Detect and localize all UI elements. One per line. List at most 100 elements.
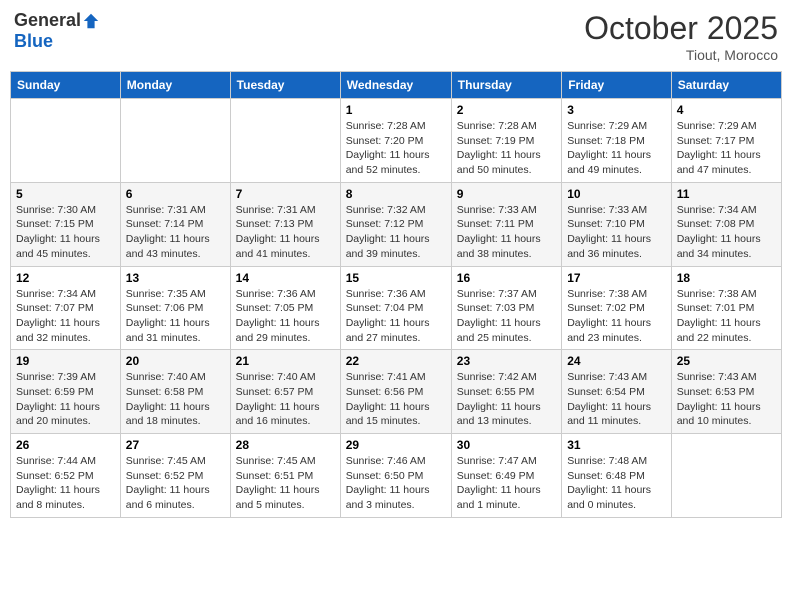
day-info: Sunrise: 7:37 AM Sunset: 7:03 PM Dayligh… [457,287,556,346]
day-number: 9 [457,187,556,201]
calendar-cell: 23 Sunrise: 7:42 AM Sunset: 6:55 PM Dayli… [451,350,561,434]
calendar-cell: 10 Sunrise: 7:33 AM Sunset: 7:10 PM Dayli… [562,182,672,266]
weekday-header: Thursday [451,72,561,99]
day-number: 24 [567,354,666,368]
day-number: 28 [236,438,335,452]
day-number: 29 [346,438,446,452]
calendar-cell: 7 Sunrise: 7:31 AM Sunset: 7:13 PM Daylig… [230,182,340,266]
day-info: Sunrise: 7:36 AM Sunset: 7:05 PM Dayligh… [236,287,335,346]
day-number: 3 [567,103,666,117]
day-number: 12 [16,271,115,285]
day-info: Sunrise: 7:39 AM Sunset: 6:59 PM Dayligh… [16,370,115,429]
calendar-cell: 17Sunrise: 7:38 AM Sunset: 7:02 PM Dayli… [562,266,672,350]
day-info: Sunrise: 7:29 AM Sunset: 7:17 PM Dayligh… [677,119,776,178]
day-number: 17 [567,271,666,285]
calendar-cell: 31 Sunrise: 7:48 AM Sunset: 6:48 PM Dayli… [562,434,672,518]
day-info: Sunrise: 7:43 AM Sunset: 6:54 PM Dayligh… [567,370,666,429]
calendar-cell: 25 Sunrise: 7:43 AM Sunset: 6:53 PM Dayli… [671,350,781,434]
day-info: Sunrise: 7:33 AM Sunset: 7:10 PM Dayligh… [567,203,666,262]
day-info: Sunrise: 7:42 AM Sunset: 6:55 PM Dayligh… [457,370,556,429]
day-number: 10 [567,187,666,201]
day-info: Sunrise: 7:34 AM Sunset: 7:08 PM Dayligh… [677,203,776,262]
calendar-cell: 18 Sunrise: 7:38 AM Sunset: 7:01 PM Dayli… [671,266,781,350]
day-number: 19 [16,354,115,368]
day-number: 25 [677,354,776,368]
day-number: 16 [457,271,556,285]
day-number: 21 [236,354,335,368]
day-info: Sunrise: 7:31 AM Sunset: 7:14 PM Dayligh… [126,203,225,262]
calendar-cell: 1 Sunrise: 7:28 AM Sunset: 7:20 PM Daylig… [340,99,451,183]
calendar-week-row: 26Sunrise: 7:44 AM Sunset: 6:52 PM Dayli… [11,434,782,518]
day-info: Sunrise: 7:43 AM Sunset: 6:53 PM Dayligh… [677,370,776,429]
day-info: Sunrise: 7:30 AM Sunset: 7:15 PM Dayligh… [16,203,115,262]
calendar-week-row: 5 Sunrise: 7:30 AM Sunset: 7:15 PM Daylig… [11,182,782,266]
calendar-cell: 12 Sunrise: 7:34 AM Sunset: 7:07 PM Dayli… [11,266,121,350]
calendar-cell: 24 Sunrise: 7:43 AM Sunset: 6:54 PM Dayli… [562,350,672,434]
day-number: 30 [457,438,556,452]
calendar-cell: 21 Sunrise: 7:40 AM Sunset: 6:57 PM Dayli… [230,350,340,434]
day-number: 8 [346,187,446,201]
location: Tiout, Morocco [584,47,778,63]
day-info: Sunrise: 7:47 AM Sunset: 6:49 PM Dayligh… [457,454,556,513]
calendar-cell: 19 Sunrise: 7:39 AM Sunset: 6:59 PM Dayli… [11,350,121,434]
calendar-week-row: 19 Sunrise: 7:39 AM Sunset: 6:59 PM Dayli… [11,350,782,434]
day-info: Sunrise: 7:28 AM Sunset: 7:20 PM Dayligh… [346,119,446,178]
calendar-cell: 5 Sunrise: 7:30 AM Sunset: 7:15 PM Daylig… [11,182,121,266]
day-info: Sunrise: 7:45 AM Sunset: 6:51 PM Dayligh… [236,454,335,513]
calendar-cell: 2Sunrise: 7:28 AM Sunset: 7:19 PM Daylig… [451,99,561,183]
calendar-header-row: SundayMondayTuesdayWednesdayThursdayFrid… [11,72,782,99]
logo-blue: Blue [14,31,53,52]
calendar-cell: 27Sunrise: 7:45 AM Sunset: 6:52 PM Dayli… [120,434,230,518]
day-number: 31 [567,438,666,452]
calendar-cell: 3 Sunrise: 7:29 AM Sunset: 7:18 PM Daylig… [562,99,672,183]
logo-general: General [14,10,81,31]
calendar-cell: 30 Sunrise: 7:47 AM Sunset: 6:49 PM Dayli… [451,434,561,518]
day-number: 26 [16,438,115,452]
weekday-header: Wednesday [340,72,451,99]
logo-icon [82,12,100,30]
calendar-cell [230,99,340,183]
calendar-cell: 8 Sunrise: 7:32 AM Sunset: 7:12 PM Daylig… [340,182,451,266]
title-block: October 2025 Tiout, Morocco [584,10,778,63]
day-info: Sunrise: 7:48 AM Sunset: 6:48 PM Dayligh… [567,454,666,513]
day-number: 2 [457,103,556,117]
day-number: 14 [236,271,335,285]
calendar-cell: 13Sunrise: 7:35 AM Sunset: 7:06 PM Dayli… [120,266,230,350]
day-info: Sunrise: 7:40 AM Sunset: 6:57 PM Dayligh… [236,370,335,429]
calendar-week-row: 1 Sunrise: 7:28 AM Sunset: 7:20 PM Daylig… [11,99,782,183]
calendar-cell: 4 Sunrise: 7:29 AM Sunset: 7:17 PM Daylig… [671,99,781,183]
day-number: 18 [677,271,776,285]
calendar-cell: 6 Sunrise: 7:31 AM Sunset: 7:14 PM Daylig… [120,182,230,266]
calendar-cell [671,434,781,518]
day-info: Sunrise: 7:34 AM Sunset: 7:07 PM Dayligh… [16,287,115,346]
weekday-header: Tuesday [230,72,340,99]
day-number: 23 [457,354,556,368]
day-number: 7 [236,187,335,201]
calendar-cell: 14 Sunrise: 7:36 AM Sunset: 7:05 PM Dayli… [230,266,340,350]
weekday-header: Sunday [11,72,121,99]
day-info: Sunrise: 7:40 AM Sunset: 6:58 PM Dayligh… [126,370,225,429]
day-info: Sunrise: 7:32 AM Sunset: 7:12 PM Dayligh… [346,203,446,262]
page-header: General Blue October 2025 Tiout, Morocco [10,10,782,63]
day-info: Sunrise: 7:36 AM Sunset: 7:04 PM Dayligh… [346,287,446,346]
day-number: 22 [346,354,446,368]
calendar-cell [11,99,121,183]
month-title: October 2025 [584,10,778,47]
day-info: Sunrise: 7:41 AM Sunset: 6:56 PM Dayligh… [346,370,446,429]
day-number: 5 [16,187,115,201]
weekday-header: Saturday [671,72,781,99]
day-number: 11 [677,187,776,201]
calendar-week-row: 12 Sunrise: 7:34 AM Sunset: 7:07 PM Dayli… [11,266,782,350]
day-number: 6 [126,187,225,201]
day-info: Sunrise: 7:45 AM Sunset: 6:52 PM Dayligh… [126,454,225,513]
day-info: Sunrise: 7:31 AM Sunset: 7:13 PM Dayligh… [236,203,335,262]
day-info: Sunrise: 7:29 AM Sunset: 7:18 PM Dayligh… [567,119,666,178]
day-info: Sunrise: 7:38 AM Sunset: 7:01 PM Dayligh… [677,287,776,346]
day-info: Sunrise: 7:46 AM Sunset: 6:50 PM Dayligh… [346,454,446,513]
day-info: Sunrise: 7:35 AM Sunset: 7:06 PM Dayligh… [126,287,225,346]
calendar-cell: 11 Sunrise: 7:34 AM Sunset: 7:08 PM Dayli… [671,182,781,266]
calendar-cell: 9Sunrise: 7:33 AM Sunset: 7:11 PM Daylig… [451,182,561,266]
day-number: 4 [677,103,776,117]
calendar-cell: 15Sunrise: 7:36 AM Sunset: 7:04 PM Dayli… [340,266,451,350]
day-number: 1 [346,103,446,117]
